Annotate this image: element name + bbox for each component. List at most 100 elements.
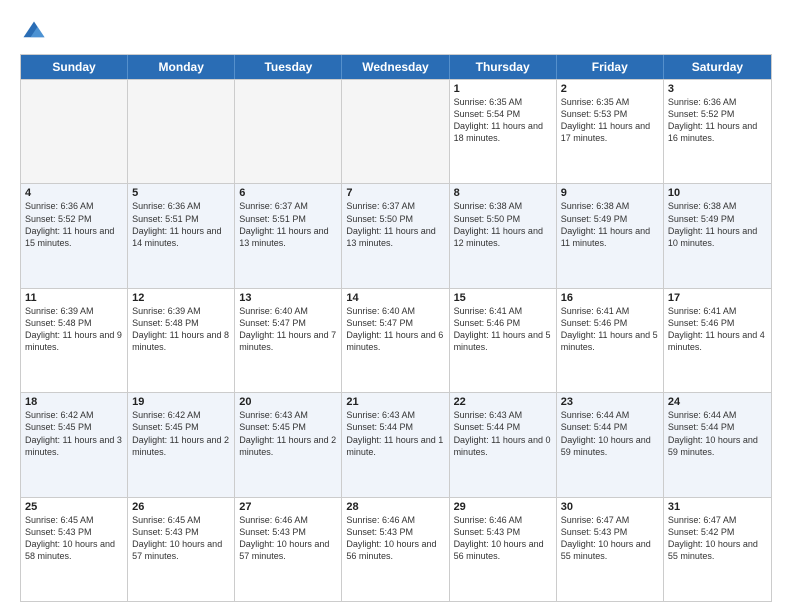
cell-info-line: Sunrise: 6:41 AM xyxy=(454,305,552,317)
cell-info-line: Daylight: 11 hours and 10 minutes. xyxy=(668,225,767,249)
day-number: 9 xyxy=(561,187,659,199)
cell-info-line: Daylight: 11 hours and 9 minutes. xyxy=(25,329,123,353)
cell-info-line: Daylight: 10 hours and 57 minutes. xyxy=(132,538,230,562)
cell-info-line: Sunset: 5:49 PM xyxy=(561,213,659,225)
cell-info-line: Daylight: 11 hours and 5 minutes. xyxy=(454,329,552,353)
header-day-tuesday: Tuesday xyxy=(235,55,342,79)
day-cell-10: 10Sunrise: 6:38 AMSunset: 5:49 PMDayligh… xyxy=(664,184,771,287)
day-number: 12 xyxy=(132,292,230,304)
cell-info-line: Sunrise: 6:46 AM xyxy=(346,514,444,526)
cell-info-line: Daylight: 11 hours and 17 minutes. xyxy=(561,120,659,144)
cell-info-line: Daylight: 11 hours and 8 minutes. xyxy=(132,329,230,353)
logo xyxy=(20,18,52,46)
day-cell-30: 30Sunrise: 6:47 AMSunset: 5:43 PMDayligh… xyxy=(557,498,664,601)
day-cell-14: 14Sunrise: 6:40 AMSunset: 5:47 PMDayligh… xyxy=(342,289,449,392)
cell-info-line: Daylight: 10 hours and 55 minutes. xyxy=(668,538,767,562)
cell-info-line: Sunrise: 6:45 AM xyxy=(25,514,123,526)
day-cell-19: 19Sunrise: 6:42 AMSunset: 5:45 PMDayligh… xyxy=(128,393,235,496)
day-cell-31: 31Sunrise: 6:47 AMSunset: 5:42 PMDayligh… xyxy=(664,498,771,601)
cell-info-line: Sunset: 5:45 PM xyxy=(132,421,230,433)
cell-info-line: Sunset: 5:45 PM xyxy=(25,421,123,433)
cell-info-line: Sunrise: 6:40 AM xyxy=(346,305,444,317)
cell-info-line: Sunset: 5:51 PM xyxy=(239,213,337,225)
cell-info-line: Daylight: 10 hours and 56 minutes. xyxy=(454,538,552,562)
cell-info-line: Daylight: 11 hours and 5 minutes. xyxy=(561,329,659,353)
cell-info-line: Daylight: 11 hours and 16 minutes. xyxy=(668,120,767,144)
cell-info-line: Sunset: 5:46 PM xyxy=(561,317,659,329)
day-number: 25 xyxy=(25,501,123,513)
day-number: 22 xyxy=(454,396,552,408)
header-day-thursday: Thursday xyxy=(450,55,557,79)
cell-info-line: Sunset: 5:44 PM xyxy=(346,421,444,433)
day-cell-26: 26Sunrise: 6:45 AMSunset: 5:43 PMDayligh… xyxy=(128,498,235,601)
day-number: 16 xyxy=(561,292,659,304)
day-cell-12: 12Sunrise: 6:39 AMSunset: 5:48 PMDayligh… xyxy=(128,289,235,392)
day-cell-21: 21Sunrise: 6:43 AMSunset: 5:44 PMDayligh… xyxy=(342,393,449,496)
cell-info-line: Sunset: 5:48 PM xyxy=(25,317,123,329)
cell-info-line: Sunset: 5:44 PM xyxy=(668,421,767,433)
header-day-saturday: Saturday xyxy=(664,55,771,79)
day-cell-20: 20Sunrise: 6:43 AMSunset: 5:45 PMDayligh… xyxy=(235,393,342,496)
cell-info-line: Daylight: 10 hours and 55 minutes. xyxy=(561,538,659,562)
day-cell-4: 4Sunrise: 6:36 AMSunset: 5:52 PMDaylight… xyxy=(21,184,128,287)
cell-info-line: Daylight: 11 hours and 1 minute. xyxy=(346,434,444,458)
cell-info-line: Sunset: 5:51 PM xyxy=(132,213,230,225)
header xyxy=(20,18,772,46)
cell-info-line: Daylight: 11 hours and 12 minutes. xyxy=(454,225,552,249)
cell-info-line: Sunrise: 6:37 AM xyxy=(239,200,337,212)
cell-info-line: Daylight: 10 hours and 59 minutes. xyxy=(561,434,659,458)
cell-info-line: Sunset: 5:43 PM xyxy=(346,526,444,538)
cell-info-line: Sunset: 5:52 PM xyxy=(668,108,767,120)
cell-info-line: Daylight: 11 hours and 3 minutes. xyxy=(25,434,123,458)
cell-info-line: Daylight: 10 hours and 57 minutes. xyxy=(239,538,337,562)
day-cell-6: 6Sunrise: 6:37 AMSunset: 5:51 PMDaylight… xyxy=(235,184,342,287)
cell-info-line: Sunrise: 6:47 AM xyxy=(561,514,659,526)
cell-info-line: Daylight: 11 hours and 15 minutes. xyxy=(25,225,123,249)
empty-cell xyxy=(21,80,128,183)
cell-info-line: Sunrise: 6:46 AM xyxy=(239,514,337,526)
cell-info-line: Sunrise: 6:44 AM xyxy=(668,409,767,421)
cell-info-line: Sunrise: 6:42 AM xyxy=(25,409,123,421)
cell-info-line: Sunrise: 6:36 AM xyxy=(25,200,123,212)
day-cell-17: 17Sunrise: 6:41 AMSunset: 5:46 PMDayligh… xyxy=(664,289,771,392)
day-number: 14 xyxy=(346,292,444,304)
cell-info-line: Sunrise: 6:45 AM xyxy=(132,514,230,526)
day-cell-15: 15Sunrise: 6:41 AMSunset: 5:46 PMDayligh… xyxy=(450,289,557,392)
day-number: 4 xyxy=(25,187,123,199)
cell-info-line: Sunrise: 6:43 AM xyxy=(346,409,444,421)
day-number: 20 xyxy=(239,396,337,408)
day-number: 21 xyxy=(346,396,444,408)
calendar-row-2: 4Sunrise: 6:36 AMSunset: 5:52 PMDaylight… xyxy=(21,183,771,287)
day-cell-11: 11Sunrise: 6:39 AMSunset: 5:48 PMDayligh… xyxy=(21,289,128,392)
day-number: 13 xyxy=(239,292,337,304)
cell-info-line: Sunrise: 6:43 AM xyxy=(454,409,552,421)
day-number: 6 xyxy=(239,187,337,199)
cell-info-line: Sunset: 5:48 PM xyxy=(132,317,230,329)
cell-info-line: Sunrise: 6:38 AM xyxy=(668,200,767,212)
day-number: 5 xyxy=(132,187,230,199)
day-cell-27: 27Sunrise: 6:46 AMSunset: 5:43 PMDayligh… xyxy=(235,498,342,601)
cell-info-line: Sunrise: 6:46 AM xyxy=(454,514,552,526)
cell-info-line: Sunrise: 6:39 AM xyxy=(25,305,123,317)
day-number: 29 xyxy=(454,501,552,513)
cell-info-line: Daylight: 10 hours and 59 minutes. xyxy=(668,434,767,458)
cell-info-line: Sunset: 5:42 PM xyxy=(668,526,767,538)
empty-cell xyxy=(342,80,449,183)
cell-info-line: Sunrise: 6:39 AM xyxy=(132,305,230,317)
cell-info-line: Sunrise: 6:38 AM xyxy=(561,200,659,212)
cell-info-line: Sunset: 5:47 PM xyxy=(239,317,337,329)
day-number: 27 xyxy=(239,501,337,513)
cell-info-line: Sunrise: 6:41 AM xyxy=(561,305,659,317)
cell-info-line: Sunset: 5:44 PM xyxy=(454,421,552,433)
day-number: 31 xyxy=(668,501,767,513)
cell-info-line: Sunset: 5:50 PM xyxy=(346,213,444,225)
day-number: 7 xyxy=(346,187,444,199)
cell-info-line: Sunrise: 6:36 AM xyxy=(132,200,230,212)
day-number: 17 xyxy=(668,292,767,304)
cell-info-line: Sunset: 5:43 PM xyxy=(239,526,337,538)
day-cell-18: 18Sunrise: 6:42 AMSunset: 5:45 PMDayligh… xyxy=(21,393,128,496)
day-number: 28 xyxy=(346,501,444,513)
cell-info-line: Sunrise: 6:36 AM xyxy=(668,96,767,108)
day-number: 23 xyxy=(561,396,659,408)
cell-info-line: Sunset: 5:49 PM xyxy=(668,213,767,225)
